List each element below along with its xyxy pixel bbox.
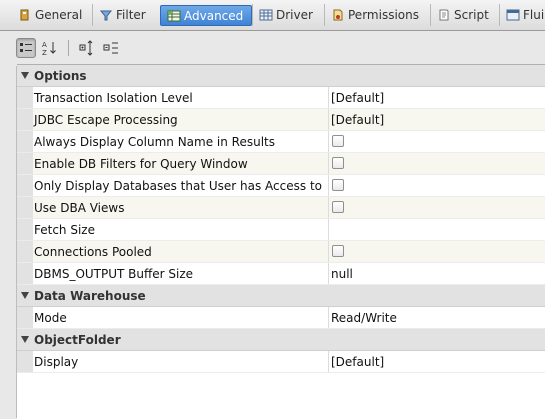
- property-name: Mode: [34, 311, 67, 325]
- property-row-connections-pooled[interactable]: Connections Pooled: [17, 241, 545, 263]
- tab-filter[interactable]: Filter: [92, 4, 152, 26]
- property-row-only-display-databases[interactable]: Only Display Databases that User has Acc…: [17, 175, 545, 197]
- tab-script[interactable]: Script: [430, 4, 495, 26]
- driver-icon: [259, 8, 273, 22]
- property-row-display[interactable]: Display [Default]: [17, 351, 545, 373]
- expand-all-icon: [79, 40, 93, 56]
- script-icon: [437, 8, 449, 22]
- tab-label: Script: [454, 8, 489, 22]
- property-row-use-dba-views[interactable]: Use DBA Views: [17, 197, 545, 219]
- property-name: JDBC Escape Processing: [34, 113, 178, 127]
- advanced-icon: [167, 9, 181, 23]
- checkbox[interactable]: [332, 201, 344, 213]
- category-objectfolder[interactable]: ObjectFolder: [17, 329, 545, 351]
- property-value[interactable]: [Default]: [331, 113, 384, 127]
- property-value[interactable]: [Default]: [331, 355, 384, 369]
- collapse-triangle-icon[interactable]: [21, 336, 29, 343]
- tab-flui[interactable]: Flui: [499, 4, 545, 26]
- property-name: Display: [34, 355, 79, 369]
- property-row-transaction-isolation-level[interactable]: Transaction Isolation Level [Default]: [17, 87, 545, 109]
- svg-text:A: A: [42, 41, 47, 49]
- permissions-icon: [331, 8, 343, 22]
- tab-driver[interactable]: Driver: [252, 4, 319, 26]
- tab-permissions[interactable]: Permissions: [324, 4, 425, 26]
- property-row-dbms-output-buffer-size[interactable]: DBMS_OUTPUT Buffer Size null: [17, 263, 545, 285]
- category-title: ObjectFolder: [34, 333, 121, 347]
- collapse-triangle-icon[interactable]: [21, 72, 29, 79]
- sort-alphabetical-button[interactable]: A Z: [40, 38, 60, 58]
- property-name: Only Display Databases that User has Acc…: [34, 179, 322, 193]
- collapse-all-button[interactable]: [101, 38, 121, 58]
- tab-label: Driver: [276, 8, 313, 22]
- tab-advanced[interactable]: Advanced: [160, 5, 252, 26]
- property-row-jdbc-escape-processing[interactable]: JDBC Escape Processing [Default]: [17, 109, 545, 131]
- checkbox[interactable]: [332, 135, 344, 147]
- categorized-view-icon: [20, 43, 32, 52]
- tab-label: General: [35, 8, 83, 22]
- toolbar-separator: [68, 40, 69, 56]
- property-value[interactable]: Read/Write: [331, 311, 397, 325]
- property-row-enable-db-filters[interactable]: Enable DB Filters for Query Window: [17, 153, 545, 175]
- checkbox[interactable]: [332, 179, 344, 191]
- checkbox[interactable]: [332, 157, 344, 169]
- tab-bar: General Filter Advanced Driver Permissio…: [0, 0, 545, 31]
- property-toolbar: A Z: [16, 36, 545, 60]
- tab-label: Flui: [523, 8, 545, 22]
- category-title: Data Warehouse: [34, 289, 146, 303]
- collapse-triangle-icon[interactable]: [21, 292, 29, 299]
- property-name: Connections Pooled: [34, 245, 152, 259]
- property-name: DBMS_OUTPUT Buffer Size: [34, 267, 194, 281]
- property-name: Always Display Column Name in Results: [34, 135, 275, 149]
- expand-all-button[interactable]: [77, 38, 97, 58]
- categorized-view-button[interactable]: [16, 38, 36, 58]
- general-icon: [18, 8, 30, 22]
- property-row-always-display-column-name[interactable]: Always Display Column Name in Results: [17, 131, 545, 153]
- category-data-warehouse[interactable]: Data Warehouse: [17, 285, 545, 307]
- property-value[interactable]: [Default]: [331, 91, 384, 105]
- property-sheet: Options Transaction Isolation Level [Def…: [17, 64, 545, 419]
- property-name: Transaction Isolation Level: [34, 91, 193, 105]
- tab-general[interactable]: General: [12, 4, 88, 26]
- svg-text:Z: Z: [42, 49, 47, 56]
- sort-alphabetical-icon: A Z: [42, 41, 56, 56]
- property-name: Enable DB Filters for Query Window: [34, 157, 248, 171]
- category-title: Options: [34, 69, 87, 83]
- collapse-all-icon: [103, 42, 118, 54]
- tab-label: Permissions: [348, 8, 419, 22]
- property-row-mode[interactable]: Mode Read/Write: [17, 307, 545, 329]
- property-name: Fetch Size: [34, 223, 95, 237]
- flui-icon: [506, 8, 520, 22]
- category-options[interactable]: Options: [17, 65, 545, 87]
- checkbox[interactable]: [332, 245, 344, 257]
- tab-label: Filter: [116, 8, 146, 22]
- property-name: Use DBA Views: [34, 201, 125, 215]
- property-row-fetch-size[interactable]: Fetch Size: [17, 219, 545, 241]
- filter-icon: [99, 8, 113, 22]
- tab-label: Advanced: [184, 8, 244, 23]
- property-value[interactable]: null: [331, 267, 353, 281]
